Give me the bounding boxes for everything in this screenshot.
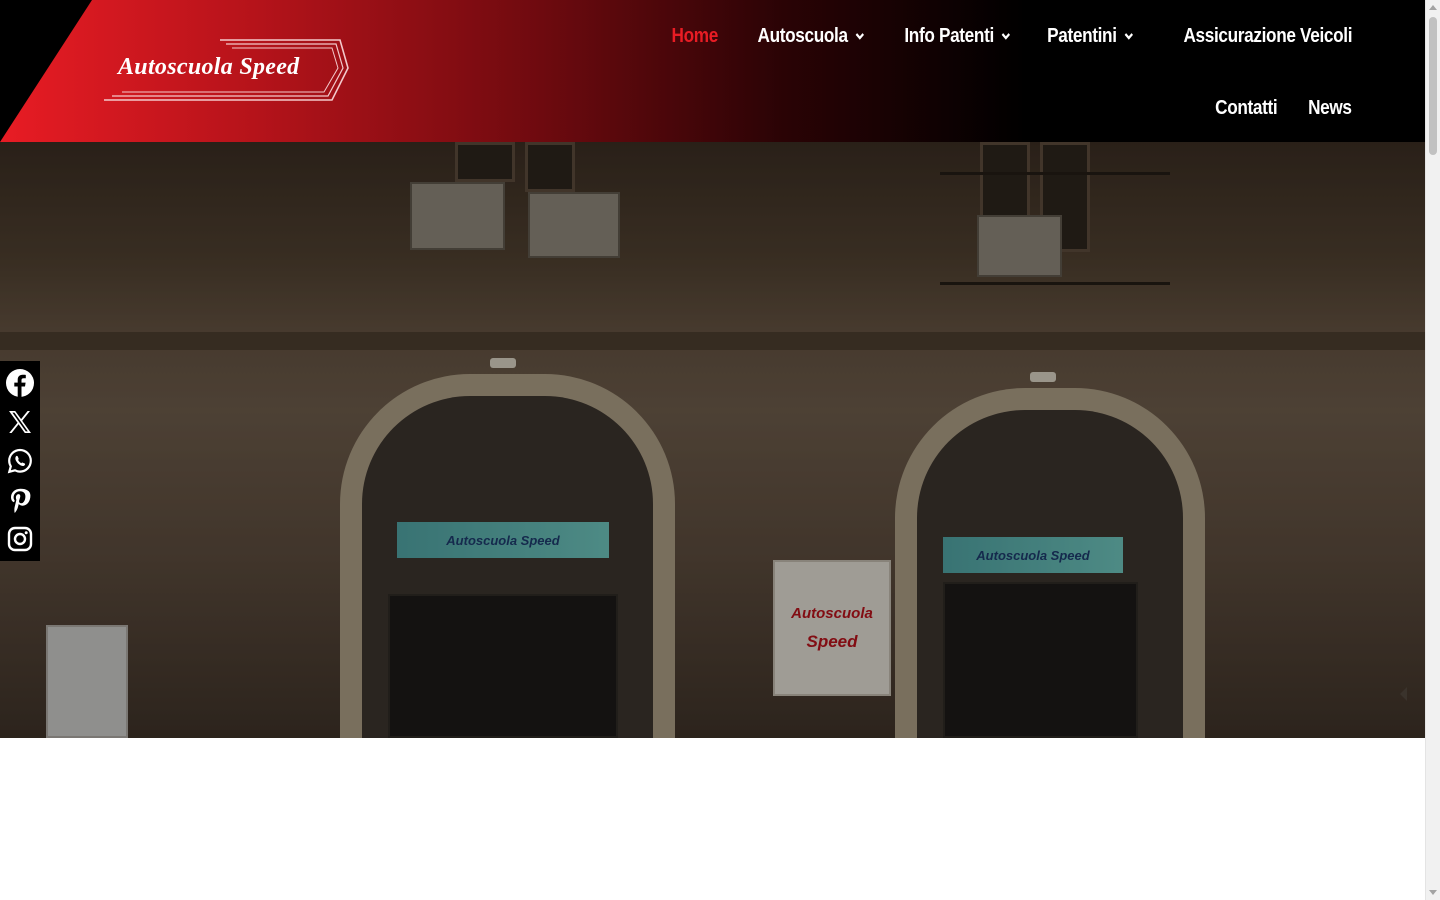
nav-row-primary: Home Autoscuola Info Patenti Patentini A… — [664, 0, 1353, 72]
scroll-down-icon[interactable] — [1429, 890, 1437, 895]
facebook-icon[interactable] — [4, 367, 36, 399]
slider-arrow-icon[interactable] — [1400, 687, 1407, 701]
whatsapp-icon[interactable] — [4, 445, 36, 477]
nav-item-label: Patentini — [1047, 24, 1117, 47]
site-header: Autoscuola Speed Home Autoscuola Info Pa… — [0, 0, 1425, 142]
nav-item-label: Info Patenti — [904, 24, 994, 47]
hero-overlay — [0, 142, 1425, 738]
nav-item-label: Contatti — [1215, 96, 1278, 119]
scroll-up-icon[interactable] — [1429, 5, 1437, 10]
nav-item-contatti[interactable]: Contatti — [1215, 96, 1278, 120]
chevron-down-icon — [855, 33, 864, 40]
hero-banner-image: Autoscuola Speed Autoscuola Speed Autosc… — [0, 142, 1425, 738]
logo-text: Autoscuola Speed — [118, 54, 300, 80]
nav-item-label: Assicurazione Veicoli — [1183, 24, 1352, 47]
chevron-down-icon — [1001, 33, 1011, 40]
pinterest-icon[interactable] — [4, 484, 36, 516]
nav-item-info-patenti[interactable]: Info Patenti — [904, 25, 1011, 48]
main-nav: Home Autoscuola Info Patenti Patentini A… — [592, 0, 1353, 142]
site-logo[interactable]: Autoscuola Speed — [100, 38, 350, 104]
nav-row-secondary: Contatti News — [1205, 72, 1352, 142]
chevron-down-icon — [1124, 33, 1133, 40]
nav-item-label: News — [1308, 96, 1352, 119]
nav-item-label: Autoscuola — [757, 24, 848, 47]
instagram-icon[interactable] — [4, 523, 36, 555]
x-icon[interactable] — [4, 406, 36, 438]
scrollbar-thumb[interactable] — [1429, 17, 1437, 155]
page-scrollbar[interactable] — [1425, 0, 1440, 900]
header-corner-shape — [0, 0, 92, 142]
social-share-bar — [0, 361, 40, 561]
nav-item-assicurazione-veicoli[interactable]: Assicurazione Veicoli — [1183, 25, 1352, 48]
nav-item-news[interactable]: News — [1308, 97, 1352, 120]
nav-item-label: Home — [671, 24, 719, 47]
nav-item-patentini[interactable]: Patentini — [1047, 25, 1134, 48]
nav-item-home[interactable]: Home — [671, 24, 719, 48]
nav-item-autoscuola[interactable]: Autoscuola — [757, 25, 864, 48]
